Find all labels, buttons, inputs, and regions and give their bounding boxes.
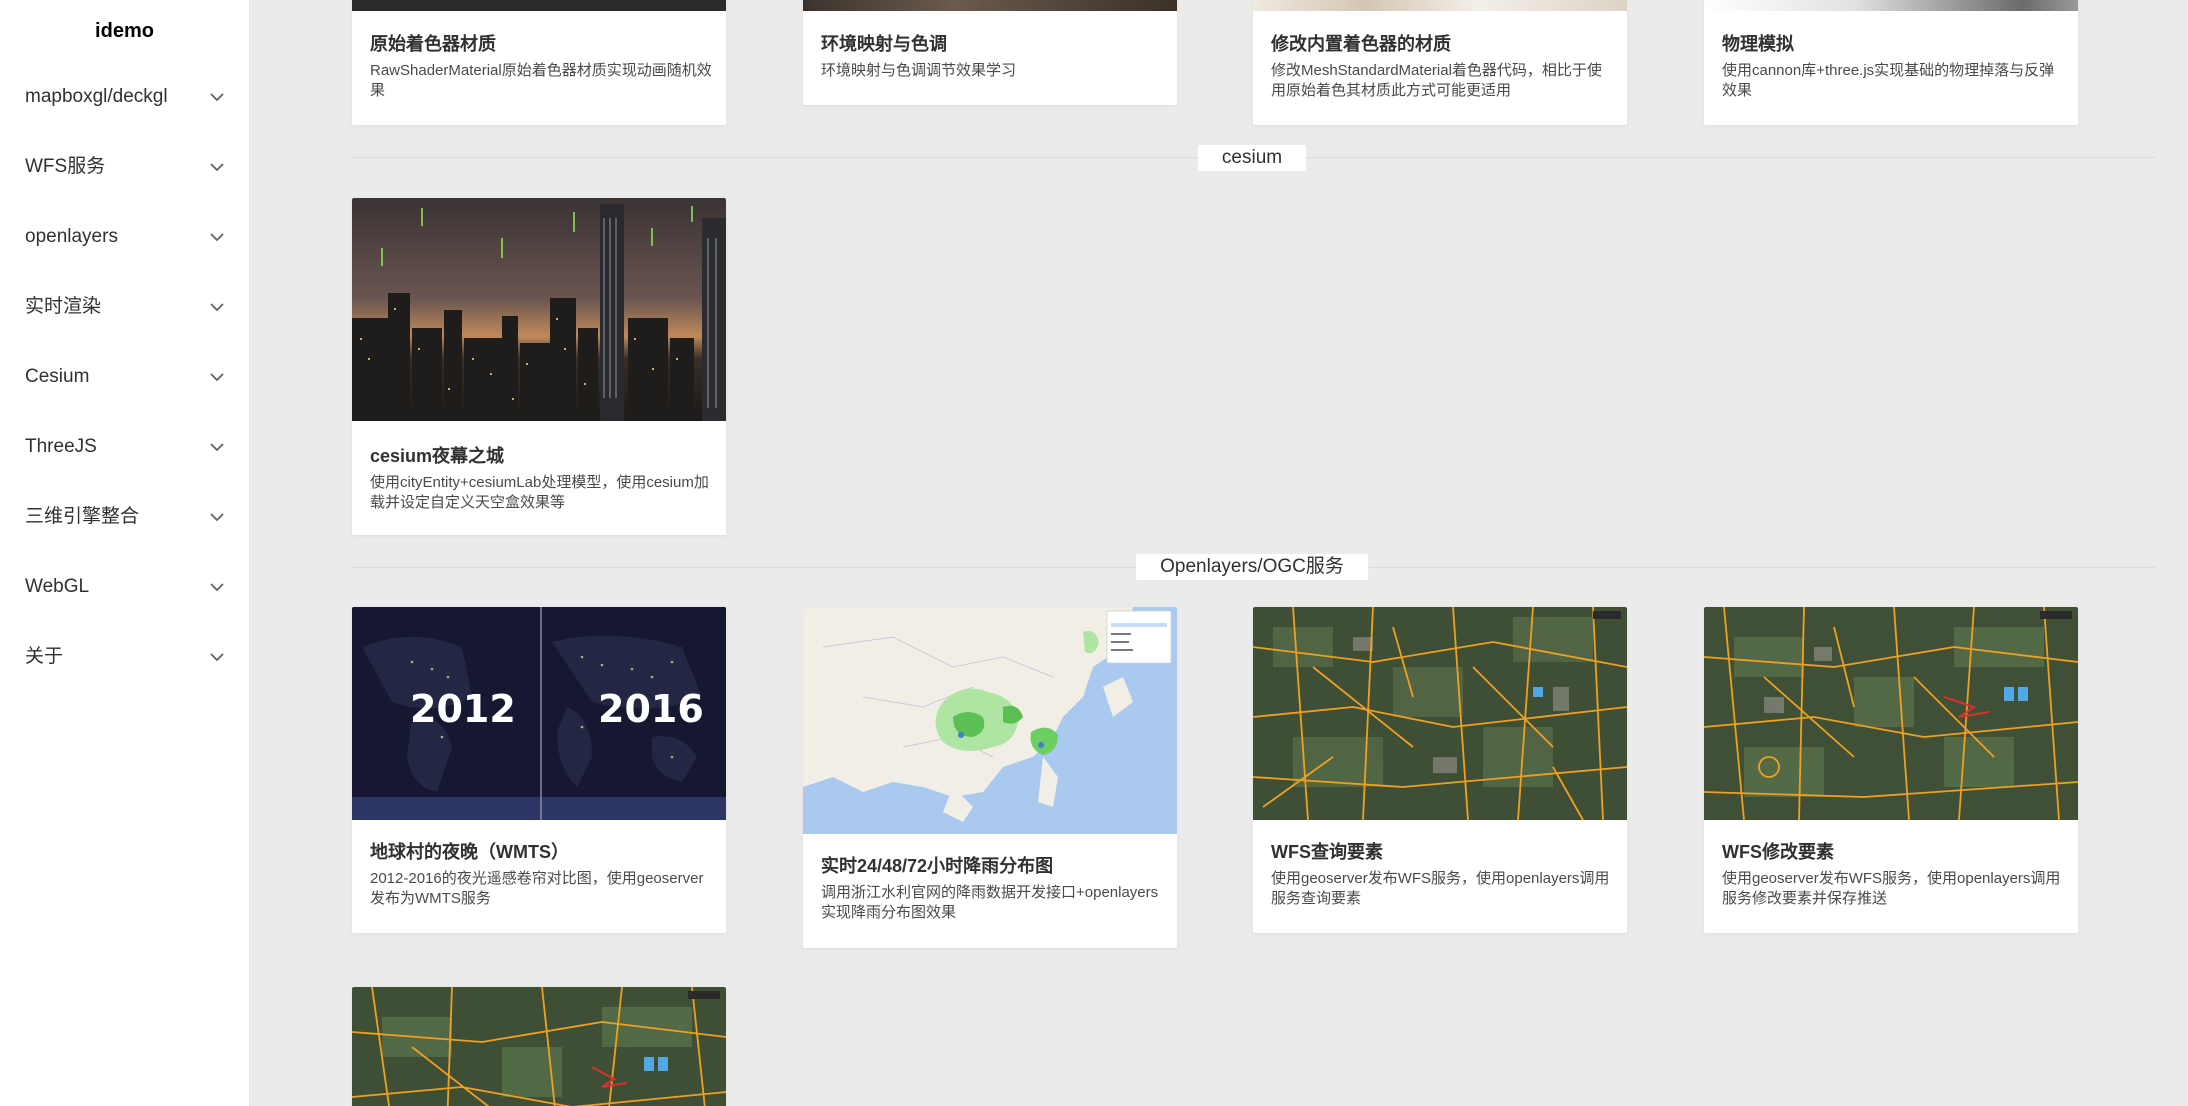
sidebar-item-label: 实时渲染 — [25, 296, 102, 317]
sidebar: idemo mapboxgl/deckgl WFS服务 openlayers 实… — [0, 0, 250, 1106]
card-title: WFS修改要素 — [1722, 842, 1834, 862]
chevron-down-icon — [210, 622, 224, 692]
card-description: 2012-2016的夜光遥感卷帘对比图，使用geoserver发布为WMTS服务 — [370, 870, 704, 907]
section-heading-ogc: Openlayers/OGC服务 — [1136, 554, 1368, 580]
demo-card[interactable]: 物理模拟 使用cannon库+three.js实现基础的物理掉落与反弹效果 — [1704, 0, 2078, 125]
card-thumbnail — [1704, 607, 2078, 820]
demo-card[interactable]: 2012 2016 地球村的夜晚（WMTS） 2012-2016的夜光遥感卷帘对… — [352, 607, 726, 933]
sidebar-item-mapboxgl[interactable]: mapboxgl/deckgl — [0, 62, 249, 132]
chevron-down-icon — [210, 132, 224, 202]
card-description: 使用cityEntity+cesiumLab处理模型，使用cesium加载并设定… — [370, 474, 709, 511]
card-title: 原始着色器材质 — [370, 34, 496, 54]
sidebar-item-label: 三维引擎整合 — [25, 506, 140, 527]
card-title: 环境映射与色调 — [821, 34, 947, 54]
sidebar-item-openlayers[interactable]: openlayers — [0, 202, 249, 272]
sidebar-item-label: ThreeJS — [25, 436, 97, 457]
sidebar-menu: mapboxgl/deckgl WFS服务 openlayers 实时渲染 Ce… — [0, 62, 249, 692]
card-thumbnail — [803, 607, 1177, 834]
card-title: WFS查询要素 — [1271, 842, 1383, 862]
card-thumbnail — [352, 0, 726, 11]
card-title: 物理模拟 — [1722, 34, 1794, 54]
sidebar-item-label: mapboxgl/deckgl — [25, 86, 168, 107]
card-title: 地球村的夜晚（WMTS） — [370, 842, 569, 862]
demo-card[interactable]: WFS查询要素 使用geoserver发布WFS服务，使用openlayers调… — [1253, 607, 1627, 933]
card-description: 使用geoserver发布WFS服务，使用openlayers调用服务查询要素 — [1271, 870, 1610, 907]
main-content: 原始着色器材质 RawShaderMaterial原始着色器材质实现动画随机效果… — [250, 0, 2188, 1106]
thumbnail-year-right: 2016 — [598, 687, 704, 731]
card-thumbnail — [1253, 0, 1627, 11]
sidebar-item-label: 关于 — [25, 646, 64, 667]
demo-card[interactable]: cesium夜幕之城 使用cityEntity+cesiumLab处理模型，使用… — [352, 198, 726, 535]
chevron-down-icon — [210, 342, 224, 412]
demo-card[interactable]: 修改内置着色器的材质 修改MeshStandardMaterial着色器代码，相… — [1253, 0, 1627, 125]
card-thumbnail — [1704, 0, 2078, 11]
sidebar-item-label: WFS服务 — [25, 156, 106, 177]
sidebar-item-cesium[interactable]: Cesium — [0, 342, 249, 412]
card-title: cesium夜幕之城 — [370, 446, 505, 466]
card-description: 修改MeshStandardMaterial着色器代码，相比于使用原始着色其材质… — [1271, 62, 1602, 99]
section-heading-cesium: cesium — [1197, 145, 1307, 171]
card-description: RawShaderMaterial原始着色器材质实现动画随机效果 — [370, 62, 712, 99]
sidebar-item-realtime[interactable]: 实时渲染 — [0, 272, 249, 342]
chevron-down-icon — [210, 202, 224, 272]
sidebar-item-threejs[interactable]: ThreeJS — [0, 412, 249, 482]
card-thumbnail — [352, 987, 726, 1106]
card-title: 实时24/48/72小时降雨分布图 — [821, 856, 1054, 876]
chevron-down-icon — [210, 552, 224, 622]
thumbnail-year-left: 2012 — [410, 687, 516, 731]
card-thumbnail — [803, 0, 1177, 11]
chevron-down-icon — [210, 412, 224, 482]
demo-card[interactable]: 原始着色器材质 RawShaderMaterial原始着色器材质实现动画随机效果 — [352, 0, 726, 125]
card-description: 使用cannon库+three.js实现基础的物理掉落与反弹效果 — [1722, 62, 2055, 99]
sidebar-item-3d-engine[interactable]: 三维引擎整合 — [0, 482, 249, 552]
sidebar-item-label: Cesium — [25, 366, 90, 387]
sidebar-item-label: WebGL — [25, 576, 90, 597]
card-description: 使用geoserver发布WFS服务，使用openlayers调用服务修改要素并… — [1722, 870, 2061, 907]
card-thumbnail: 2012 2016 — [352, 607, 726, 820]
demo-card[interactable]: WFS修改要素 使用geoserver发布WFS服务，使用openlayers调… — [1704, 607, 2078, 933]
sidebar-item-about[interactable]: 关于 — [0, 622, 249, 692]
chevron-down-icon — [210, 272, 224, 342]
sidebar-item-webgl[interactable]: WebGL — [0, 552, 249, 622]
demo-card[interactable]: 实时24/48/72小时降雨分布图 调用浙江水利官网的降雨数据开发接口+open… — [803, 607, 1177, 948]
sidebar-item-wfs[interactable]: WFS服务 — [0, 132, 249, 202]
card-description: 调用浙江水利官网的降雨数据开发接口+openlayers实现降雨分布图效果 — [821, 884, 1159, 921]
card-description: 环境映射与色调调节效果学习 — [821, 62, 1017, 79]
sidebar-item-label: openlayers — [25, 226, 118, 247]
card-title: 修改内置着色器的材质 — [1271, 34, 1451, 54]
card-thumbnail — [352, 198, 726, 421]
card-thumbnail — [1253, 607, 1627, 820]
demo-card[interactable]: 环境映射与色调 环境映射与色调调节效果学习 — [803, 0, 1177, 105]
chevron-down-icon — [210, 482, 224, 552]
demo-card[interactable] — [352, 987, 726, 1106]
app-logo[interactable]: idemo — [0, 0, 249, 62]
chevron-down-icon — [210, 62, 224, 132]
